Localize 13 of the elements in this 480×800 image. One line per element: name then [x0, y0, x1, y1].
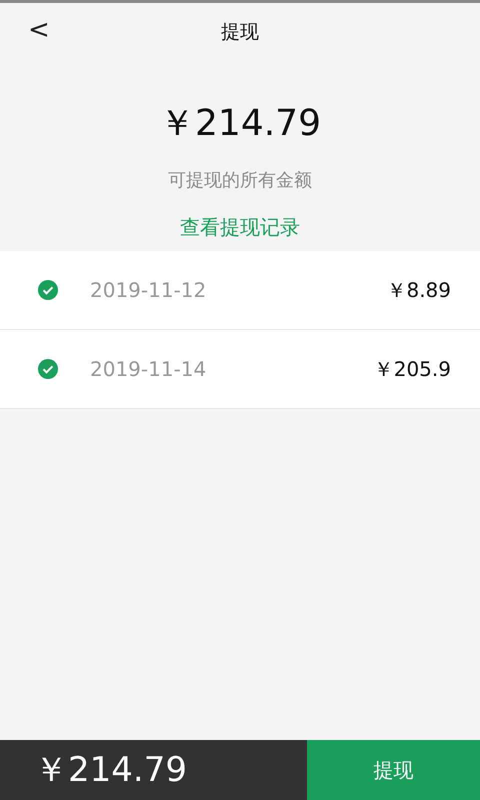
record-amount: ￥205.9: [374, 356, 451, 382]
page-title: 提现: [221, 20, 259, 45]
record-date: 2019-11-12: [90, 278, 208, 302]
check-icon[interactable]: [38, 359, 58, 379]
record-amount: ￥8.89: [386, 276, 451, 304]
record-date: 2019-11-14: [90, 357, 208, 381]
total-amount: ￥214.79: [33, 749, 188, 792]
record-row[interactable]: 2019-11-12 ￥8.89: [0, 251, 480, 330]
back-button[interactable]: <: [22, 15, 56, 45]
balance-amount: ￥214.79: [159, 102, 321, 146]
balance-caption: 可提现的所有金额: [168, 169, 312, 192]
record-row[interactable]: 2019-11-14 ￥205.9: [0, 330, 480, 409]
check-icon[interactable]: [38, 280, 58, 300]
